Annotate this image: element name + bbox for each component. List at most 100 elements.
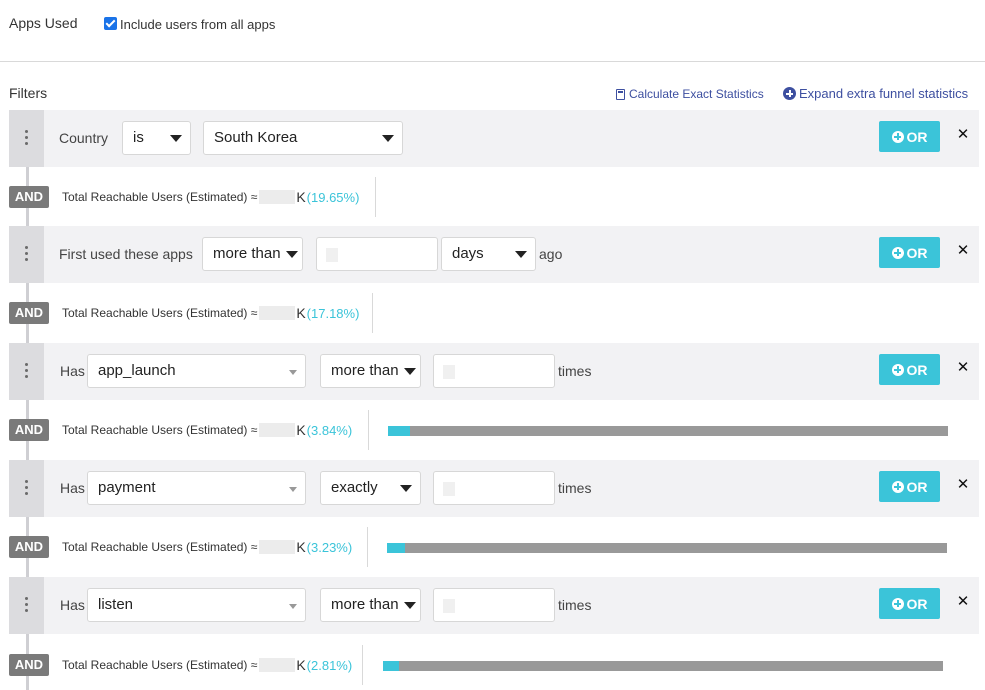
- remove-filter-close-icon[interactable]: ✕: [955, 127, 971, 143]
- or-button-label: OR: [906, 595, 928, 612]
- comparison-select[interactable]: exactly: [320, 471, 421, 505]
- reachable-users-label: Total Reachable Users (Estimated) ≈: [62, 190, 258, 204]
- reach-percent: (19.65%): [306, 189, 360, 205]
- reachable-users-label: Total Reachable Users (Estimated) ≈: [62, 658, 258, 672]
- filter-label: Has: [60, 597, 85, 613]
- event-value: app_launch: [98, 362, 176, 379]
- funnel-progress-fill: [388, 426, 410, 436]
- reachable-users: Total Reachable Users (Estimated) ≈ K (3…: [62, 422, 352, 438]
- include-all-apps-label[interactable]: Include users from all apps: [120, 17, 275, 32]
- comparison-select[interactable]: more than: [320, 588, 421, 622]
- and-badge: AND: [9, 419, 49, 441]
- reachable-users: Total Reachable Users (Estimated) ≈ K (1…: [62, 305, 359, 321]
- plus-circle-icon: [891, 130, 904, 143]
- plus-circle-icon: [891, 363, 904, 376]
- drag-handle[interactable]: [9, 577, 44, 634]
- redacted-count: [259, 423, 296, 437]
- chevron-down-icon: [289, 604, 297, 609]
- comparison-value: more than: [331, 596, 399, 613]
- remove-filter-close-icon[interactable]: ✕: [955, 243, 971, 259]
- and-badge: AND: [9, 186, 49, 208]
- chevron-down-icon: [286, 251, 298, 258]
- event-select[interactable]: listen: [87, 588, 306, 622]
- filters-title: Filters: [9, 85, 48, 101]
- country-select[interactable]: South Korea: [203, 121, 403, 155]
- times-count-input[interactable]: [433, 471, 555, 505]
- redacted-count: [259, 306, 296, 320]
- redacted-count: [259, 540, 296, 554]
- expand-funnel-statistics-label: Expand extra funnel statistics: [799, 86, 969, 101]
- calculator-icon: [616, 88, 625, 100]
- redacted-count: [259, 658, 296, 672]
- suffix-label: times: [558, 480, 592, 496]
- redacted-value: [443, 365, 455, 379]
- drag-handle[interactable]: [9, 460, 44, 517]
- drag-dots-icon: [25, 130, 28, 146]
- stats-separator: [375, 177, 376, 217]
- funnel-progress-bar: [388, 426, 948, 436]
- remove-filter-close-icon[interactable]: ✕: [955, 360, 971, 376]
- reachable-users-label: Total Reachable Users (Estimated) ≈: [62, 540, 258, 554]
- reachable-users-label: Total Reachable Users (Estimated) ≈: [62, 306, 258, 320]
- filter-row-first-used: First used these apps more than days ago…: [9, 226, 979, 283]
- filter-row-event-app-launch: Has app_launch more than times OR ✕: [9, 343, 979, 400]
- filter-label: Country: [59, 130, 109, 146]
- calculate-exact-statistics-link[interactable]: Calculate Exact Statistics: [616, 87, 764, 101]
- comparison-value: more than: [213, 245, 281, 262]
- stats-separator: [367, 527, 368, 567]
- remove-filter-close-icon[interactable]: ✕: [955, 594, 971, 610]
- filter-row-country: Country is South Korea OR ✕: [9, 110, 979, 167]
- times-count-input[interactable]: [433, 354, 555, 388]
- expand-funnel-statistics-link[interactable]: Expand extra funnel statistics: [783, 86, 968, 101]
- drag-handle[interactable]: [9, 110, 44, 167]
- include-all-apps-checkbox[interactable]: [104, 17, 117, 30]
- chevron-down-icon: [400, 485, 412, 492]
- comparison-select[interactable]: more than: [202, 237, 303, 271]
- and-stats-row: AND Total Reachable Users (Estimated) ≈ …: [9, 645, 979, 685]
- or-button[interactable]: OR: [879, 354, 940, 385]
- chevron-down-icon: [382, 135, 394, 142]
- event-value: listen: [98, 596, 134, 613]
- reach-percent: (17.18%): [306, 305, 360, 321]
- chevron-down-icon: [170, 135, 182, 142]
- chevron-down-icon: [404, 368, 416, 375]
- or-button[interactable]: OR: [879, 588, 940, 619]
- and-stats-row: AND Total Reachable Users (Estimated) ≈ …: [9, 527, 979, 567]
- and-stats-row: AND Total Reachable Users (Estimated) ≈ …: [9, 410, 979, 450]
- plus-circle-icon: [783, 87, 796, 100]
- filter-label: First used these apps: [59, 246, 193, 262]
- reachable-users: Total Reachable Users (Estimated) ≈ K (2…: [62, 657, 352, 673]
- redacted-value: [443, 599, 455, 613]
- chevron-down-icon: [515, 251, 527, 258]
- or-button[interactable]: OR: [879, 121, 940, 152]
- comparison-select[interactable]: more than: [320, 354, 421, 388]
- time-unit-select[interactable]: days: [441, 237, 536, 271]
- days-count-input[interactable]: [316, 237, 438, 271]
- funnel-progress-bar: [387, 543, 947, 553]
- suffix-label: times: [558, 597, 592, 613]
- funnel-progress-fill: [387, 543, 406, 553]
- redacted-value: [443, 482, 455, 496]
- event-select[interactable]: payment: [87, 471, 306, 505]
- drag-dots-icon: [25, 480, 28, 496]
- drag-handle[interactable]: [9, 226, 44, 283]
- reach-unit: K: [296, 189, 306, 205]
- reach-unit: K: [296, 539, 306, 555]
- or-button[interactable]: OR: [879, 237, 940, 268]
- or-button[interactable]: OR: [879, 471, 940, 502]
- operator-select[interactable]: is: [122, 121, 191, 155]
- plus-circle-icon: [891, 597, 904, 610]
- redacted-count: [259, 190, 296, 204]
- comparison-value: more than: [331, 362, 399, 379]
- and-badge: AND: [9, 302, 49, 324]
- times-count-input[interactable]: [433, 588, 555, 622]
- operator-value: is: [133, 129, 144, 146]
- event-select[interactable]: app_launch: [87, 354, 306, 388]
- event-value: payment: [98, 479, 156, 496]
- and-stats-row: AND Total Reachable Users (Estimated) ≈ …: [9, 293, 979, 333]
- remove-filter-close-icon[interactable]: ✕: [955, 477, 971, 493]
- drag-handle[interactable]: [9, 343, 44, 400]
- or-button-label: OR: [906, 244, 928, 261]
- calculate-exact-statistics-label: Calculate Exact Statistics: [629, 87, 764, 101]
- stats-separator: [372, 293, 373, 333]
